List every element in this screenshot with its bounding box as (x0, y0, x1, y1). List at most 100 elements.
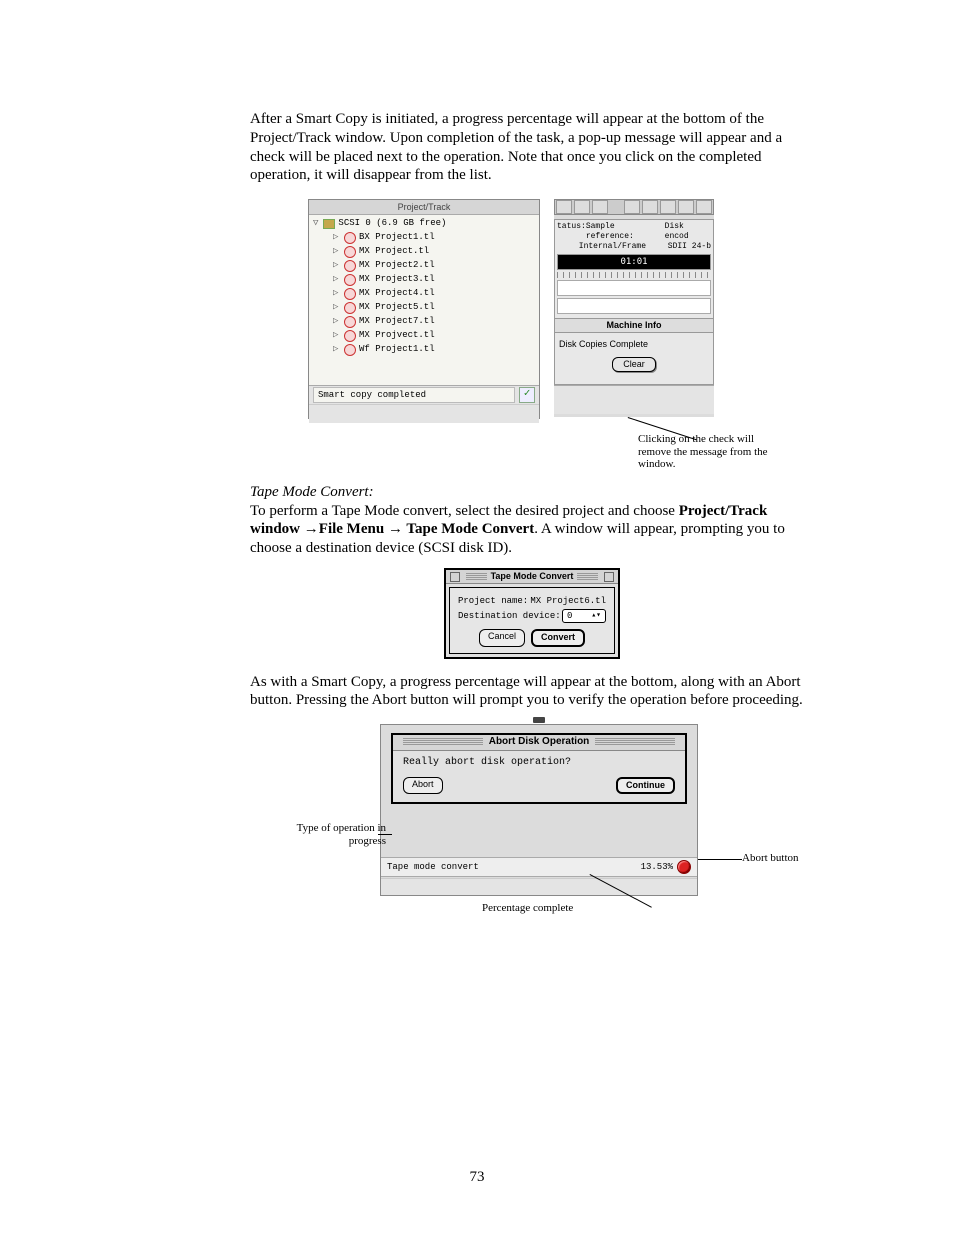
triangle-right-icon: ▷ (333, 232, 341, 243)
info-val2: SDII 24-b (668, 242, 711, 252)
info-status-label: tatus: (557, 222, 586, 242)
window-handle-icon (533, 717, 545, 723)
reel-icon (344, 330, 356, 342)
toolbar-button[interactable] (660, 200, 676, 214)
timecode-ticks (557, 272, 711, 278)
tape-mode-text-a: To perform a Tape Mode convert, select t… (250, 503, 679, 519)
callout-abort-button: Abort button (742, 852, 822, 865)
tree-item[interactable]: ▷MX Projvect.tl (313, 329, 535, 343)
triangle-right-icon: ▷ (333, 302, 341, 313)
tree-item[interactable]: ▷ MX Project.tl (313, 245, 535, 259)
tree-item-label: MX Project.tl (359, 246, 429, 257)
toolbar-button[interactable] (624, 200, 640, 214)
toolbar-button[interactable] (592, 200, 608, 214)
reel-icon (344, 316, 356, 328)
info-col1: Sample reference: (586, 222, 665, 242)
callout-check: Clicking on the check will remove the me… (638, 433, 768, 471)
reel-icon (344, 232, 356, 244)
window-padding (381, 878, 697, 895)
tree-root-label: SCSI 0 (6.9 GB free) (338, 218, 446, 229)
progress-percent: 13.53% (641, 862, 673, 873)
cancel-button[interactable]: Cancel (479, 629, 525, 646)
abort-dialog-title: Abort Disk Operation (489, 736, 590, 749)
intro-paragraph: After a Smart Copy is initiated, a progr… (250, 110, 814, 185)
project-name-label: Project name: (458, 596, 528, 607)
abort-button[interactable]: Abort (403, 777, 443, 794)
progress-operation-label: Tape mode convert (387, 862, 479, 873)
project-track-status-bar: Smart copy completed ✓ (309, 385, 539, 404)
callout-percentage: Percentage complete (482, 902, 602, 915)
abort-window: Abort Disk Operation Really abort disk o… (380, 724, 698, 896)
toolbar-button[interactable] (556, 200, 572, 214)
destination-device-select[interactable]: 0 ▴▾ (562, 609, 606, 623)
abort-dialog: Abort Disk Operation Really abort disk o… (391, 733, 687, 804)
tree-root[interactable]: ▽ SCSI 0 (6.9 GB free) (313, 217, 535, 231)
tree-item[interactable]: ▷ MX Project7.tl (313, 315, 535, 329)
leader-line (698, 859, 742, 860)
info-panel-bottom (554, 385, 714, 414)
tree-item[interactable]: ▷MX Project3.tl (313, 273, 535, 287)
progress-bar: Tape mode convert 13.53% (381, 857, 697, 877)
abort-dialog-titlebar: Abort Disk Operation (393, 735, 685, 751)
convert-button[interactable]: Convert (531, 629, 585, 646)
reel-icon (344, 288, 356, 300)
clear-button[interactable]: Clear (612, 357, 656, 372)
tree-item[interactable]: ▷ Wf Project1.tl (313, 343, 535, 357)
status-text: Smart copy completed (313, 387, 515, 403)
tape-mode-heading: Tape Mode Convert: (250, 484, 374, 500)
zoom-box-icon[interactable] (604, 572, 614, 582)
continue-button[interactable]: Continue (616, 777, 675, 794)
close-box-icon[interactable] (450, 572, 460, 582)
reel-icon (344, 302, 356, 314)
destination-device-value: 0 (567, 611, 572, 622)
tree-item-label: BX Project1.tl (359, 232, 435, 243)
reel-icon (344, 344, 356, 356)
tape-mode-dialog: Tape Mode Convert Project name: MX Proje… (444, 568, 620, 659)
updown-arrows-icon: ▴▾ (591, 611, 601, 621)
reel-icon (344, 246, 356, 258)
triangle-right-icon: ▷ (333, 288, 341, 299)
project-track-title: Project/Track (309, 200, 539, 215)
machine-info-title: Machine Info (555, 318, 713, 333)
empty-cell (557, 298, 711, 314)
triangle-right-icon: ▷ (333, 246, 341, 257)
info-col2: Disk encod (665, 222, 711, 242)
toolbar-button[interactable] (642, 200, 658, 214)
project-name-value: MX Project6.tl (530, 596, 606, 607)
info-val1: Internal/Frame (579, 242, 646, 252)
tree-item-label: Wf Project1.tl (359, 344, 435, 355)
dialog-title-text: Tape Mode Convert (491, 571, 574, 582)
tree-item[interactable]: ▷ BX Project1.tl (313, 231, 535, 245)
tree-item[interactable]: ▷MX Project2.tl (313, 259, 535, 273)
check-icon[interactable]: ✓ (519, 387, 535, 403)
reel-icon (344, 260, 356, 272)
dialog-titlebar: Tape Mode Convert (446, 570, 618, 584)
tree-item[interactable]: ▷MX Project4.tl (313, 287, 535, 301)
abort-paragraph: As with a Smart Copy, a progress percent… (250, 673, 814, 711)
triangle-right-icon: ▷ (333, 260, 341, 271)
menu-path-2: File Menu (319, 521, 388, 537)
arrow-icon: → (304, 520, 319, 537)
tree-item-label: MX Project7.tl (359, 316, 435, 327)
timecode-display: 01:01 (557, 254, 711, 270)
menu-path-3: Tape Mode Convert (403, 521, 534, 537)
arrow-icon: → (388, 520, 403, 537)
info-toolbar (554, 199, 714, 215)
toolbar-button[interactable] (574, 200, 590, 214)
toolbar-button[interactable] (696, 200, 712, 214)
tree-item[interactable]: ▷MX Project5.tl (313, 301, 535, 315)
project-track-tree[interactable]: ▽ SCSI 0 (6.9 GB free) ▷BX Project1.tl▷M… (309, 215, 539, 385)
triangle-right-icon: ▷ (333, 316, 341, 327)
info-table: tatus: Sample reference: Disk encod Inte… (554, 219, 714, 385)
project-track-window: Project/Track ▽ SCSI 0 (6.9 GB free) ▷ BX… (308, 199, 540, 419)
info-panel: tatus: Sample reference: Disk encod Inte… (554, 199, 714, 417)
toolbar-button[interactable] (678, 200, 694, 214)
tree-item-label: MX Project3.tl (359, 274, 435, 285)
page-number: 73 (0, 1168, 954, 1187)
abort-stop-button[interactable] (677, 860, 691, 874)
machine-info-message: Disk Copies Complete (557, 337, 711, 352)
disk-icon (323, 219, 335, 229)
destination-device-label: Destination device: (458, 611, 561, 622)
triangle-right-icon: ▷ (333, 344, 341, 355)
figure-abort-progress: Abort Disk Operation Really abort disk o… (250, 724, 814, 924)
